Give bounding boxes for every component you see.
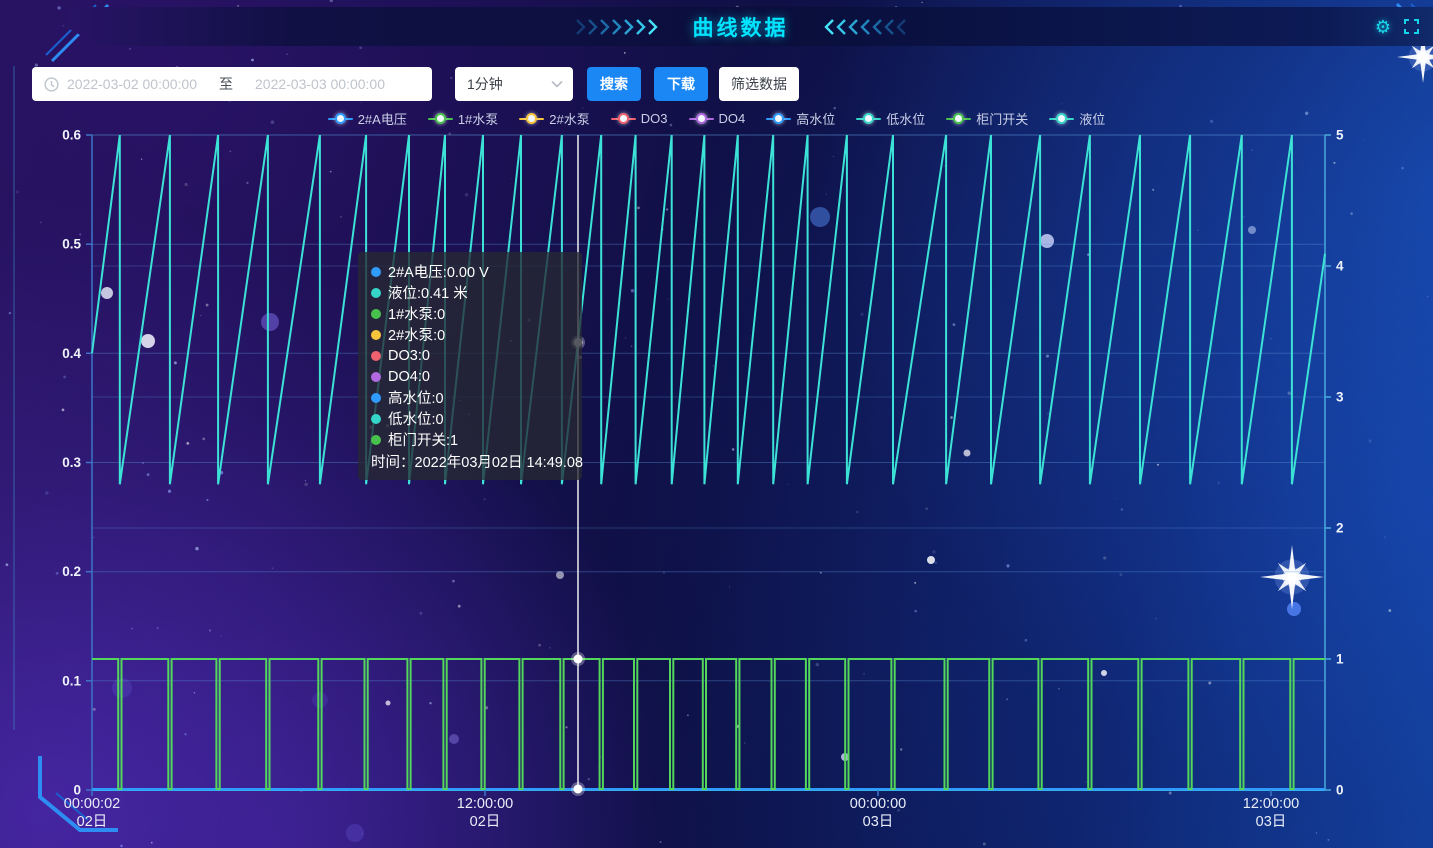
y-axis-right-label: 1 bbox=[1336, 652, 1344, 667]
x-axis-label-day: 02日 bbox=[470, 814, 501, 830]
y-axis-left-label: 0.6 bbox=[62, 128, 81, 143]
x-axis-label: 12:00:00 bbox=[1243, 796, 1299, 812]
crosshair-point bbox=[574, 785, 583, 794]
crosshair-point bbox=[574, 655, 583, 664]
x-axis-label: 00:00:02 bbox=[64, 796, 120, 812]
y-axis-right-label: 3 bbox=[1336, 390, 1344, 405]
series-line bbox=[92, 659, 1325, 789]
y-axis-right-label: 2 bbox=[1336, 521, 1344, 536]
y-axis-left-label: 0.4 bbox=[62, 346, 81, 361]
series-line bbox=[92, 135, 1325, 484]
chart-canvas: 00.10.20.30.40.50.601234500:00:0202日12:0… bbox=[0, 0, 1433, 848]
y-axis-left-label: 0.1 bbox=[62, 673, 81, 688]
x-axis-label-day: 03日 bbox=[1256, 814, 1287, 830]
y-axis-left-label: 0.2 bbox=[62, 564, 81, 579]
x-axis-label-day: 02日 bbox=[77, 814, 108, 830]
dashboard: 曲线数据 ⚙ bbox=[0, 0, 1433, 848]
y-axis-left-label: 0.5 bbox=[62, 237, 81, 252]
x-axis-label: 12:00:00 bbox=[457, 796, 513, 812]
crosshair-point bbox=[574, 338, 583, 347]
y-axis-right-label: 5 bbox=[1336, 128, 1344, 143]
x-axis-label: 00:00:00 bbox=[850, 796, 906, 812]
y-axis-left-label: 0.3 bbox=[62, 455, 81, 470]
y-axis-right-label: 4 bbox=[1336, 259, 1344, 274]
x-axis-label-day: 03日 bbox=[863, 814, 894, 830]
y-axis-right-label: 0 bbox=[1336, 783, 1344, 798]
